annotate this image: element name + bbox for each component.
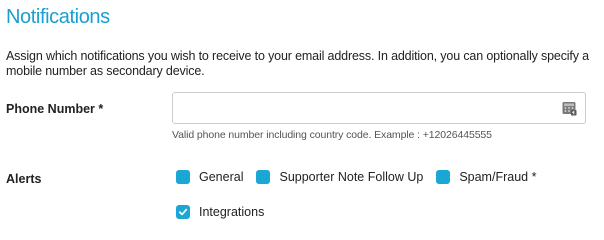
checkbox-integrations[interactable]: Integrations [176, 205, 264, 219]
page-title: Notifications [6, 6, 110, 28]
checkbox-integrations-box[interactable] [176, 205, 190, 219]
checkbox-general[interactable]: General [176, 170, 243, 184]
checkbox-spam-fraud[interactable]: Spam/Fraud * [436, 170, 536, 184]
checkbox-supporter-note-follow-up[interactable]: Supporter Note Follow Up [256, 170, 423, 184]
phone-number-field [172, 92, 586, 124]
phone-keypad-icon[interactable] [562, 101, 577, 116]
checkbox-general-box[interactable] [176, 170, 190, 184]
checkbox-spam-fraud-box[interactable] [436, 170, 451, 184]
checkbox-spam-fraud-label[interactable]: Spam/Fraud * [459, 170, 536, 184]
alerts-label: Alerts [6, 172, 42, 186]
phone-number-hint: Valid phone number including country cod… [172, 129, 492, 141]
checkbox-supporter-note-follow-up-label[interactable]: Supporter Note Follow Up [279, 170, 423, 184]
phone-number-input[interactable] [181, 94, 551, 122]
checkbox-supporter-note-follow-up-box[interactable] [256, 170, 271, 184]
alerts-checkbox-group: General Supporter Note Follow Up Spam/Fr… [176, 170, 536, 184]
phone-number-label: Phone Number * [6, 102, 104, 116]
alerts-checkbox-group-2: Integrations [176, 205, 264, 219]
page-description: Assign which notifications you wish to r… [6, 49, 589, 78]
checkmark-icon [178, 208, 188, 216]
checkbox-general-label[interactable]: General [199, 170, 243, 184]
checkbox-integrations-label[interactable]: Integrations [199, 205, 264, 219]
